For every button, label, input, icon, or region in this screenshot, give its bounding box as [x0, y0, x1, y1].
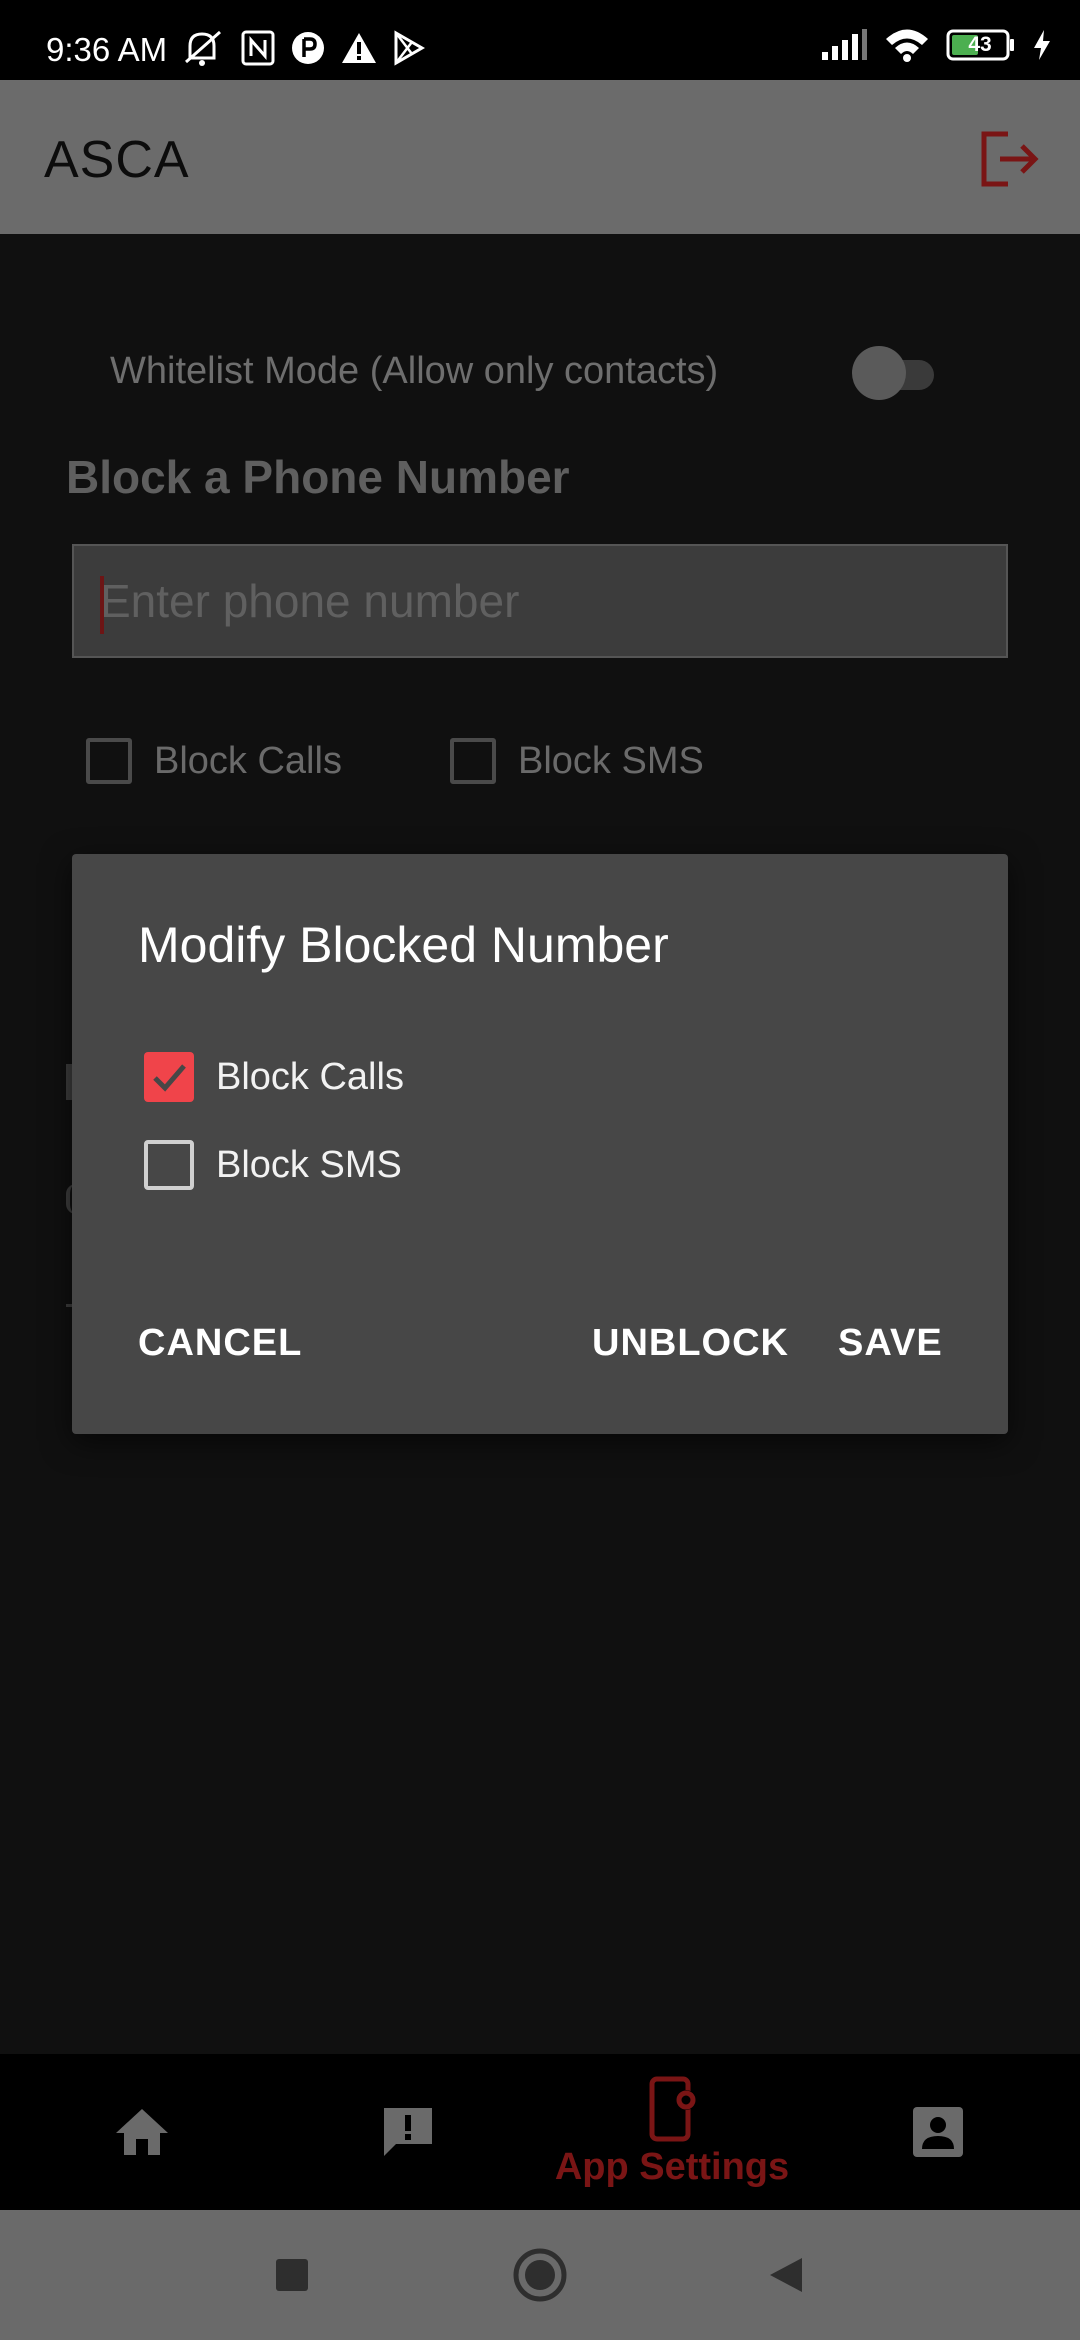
block-calls-label: Block Calls [154, 739, 342, 782]
app-settings-icon [649, 2076, 696, 2141]
home-icon [116, 2109, 168, 2155]
cancel-button[interactable]: CANCEL [138, 1322, 302, 1365]
battery-icon: 43 [946, 28, 1016, 62]
wifi-icon [884, 28, 930, 62]
app-notification-icon [290, 30, 326, 66]
checkbox-box [86, 738, 132, 784]
modify-blocked-number-dialog: Modify Blocked Number Block Calls Block … [72, 854, 1008, 1434]
nav-reports[interactable] [348, 2054, 468, 2210]
text-cursor [100, 576, 104, 634]
whitelist-toggle[interactable] [852, 346, 940, 400]
mute-icon [182, 28, 226, 68]
nav-app-settings-label: App Settings [554, 2145, 790, 2188]
app-bar: ASCA [0, 80, 1080, 234]
recents-button[interactable] [242, 2210, 342, 2340]
battery-level: 43 [968, 33, 992, 56]
nav-home[interactable] [82, 2054, 202, 2210]
report-icon [384, 2108, 432, 2156]
recents-icon [276, 2259, 308, 2291]
dialog-block-calls-label: Block Calls [216, 1055, 404, 1098]
system-home-button[interactable] [490, 2210, 590, 2340]
checkmark-icon [153, 1064, 186, 1092]
phone-number-input[interactable] [74, 546, 1006, 656]
logout-icon[interactable] [978, 130, 1042, 193]
status-bar: 9:36 AM 43 [0, 0, 1080, 80]
nav-app-settings[interactable]: App Settings [540, 2054, 804, 2210]
play-store-icon [392, 30, 426, 66]
back-button[interactable] [736, 2210, 836, 2340]
toggle-thumb [852, 346, 906, 400]
block-sms-label: Block SMS [518, 739, 704, 782]
warning-icon [340, 31, 378, 65]
charging-icon [1032, 28, 1052, 62]
dialog-block-calls-checkbox[interactable]: Block Calls [144, 1052, 404, 1102]
block-calls-checkbox[interactable]: Block Calls [86, 738, 342, 784]
checkbox-checked [144, 1052, 194, 1102]
nav-profile[interactable] [878, 2054, 998, 2210]
phone-number-field[interactable] [72, 544, 1008, 658]
checkbox-box [450, 738, 496, 784]
dialog-block-sms-checkbox[interactable]: Block SMS [144, 1140, 402, 1190]
status-time: 9:36 AM [46, 31, 168, 68]
block-sms-checkbox[interactable]: Block SMS [450, 738, 704, 784]
dialog-title: Modify Blocked Number [138, 917, 669, 973]
signal-icon [820, 28, 868, 62]
whitelist-label: Whitelist Mode (Allow only contacts) [110, 350, 719, 392]
save-button[interactable]: SAVE [838, 1322, 943, 1365]
bottom-navigation: App Settings [0, 2054, 1080, 2210]
back-icon [770, 2258, 802, 2292]
dialog-block-sms-label: Block SMS [216, 1143, 402, 1186]
block-number-heading: Block a Phone Number [66, 451, 570, 503]
unblock-button[interactable]: UNBLOCK [592, 1322, 789, 1365]
app-title: ASCA [44, 131, 190, 189]
nfc-icon [240, 29, 276, 67]
profile-icon [913, 2107, 963, 2157]
home-circle-icon [513, 2248, 567, 2302]
system-navigation-bar [0, 2210, 1080, 2340]
checkbox-unchecked [144, 1140, 194, 1190]
